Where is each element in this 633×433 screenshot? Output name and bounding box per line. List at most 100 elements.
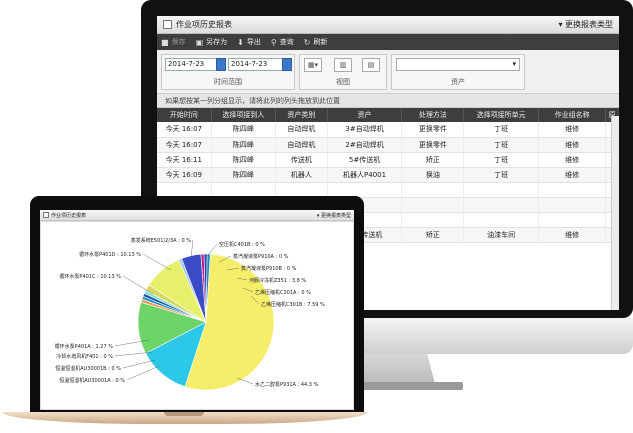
- table-cell: [157, 182, 212, 198]
- refresh-button[interactable]: ↻ 刷新: [304, 37, 328, 47]
- table-row[interactable]: 今天 16:11 陈四峰 传送机 5#传送机 矫正 丁班 维修: [157, 152, 619, 168]
- time-range-group: 2014-7-23 2014-7-23 时间范围: [161, 54, 295, 90]
- table-cell: 丁班: [463, 167, 540, 183]
- slice-label: 蒸汽凝液泵P910A : 0 %: [233, 253, 289, 260]
- table-cell: 今天 16:07: [157, 137, 212, 153]
- table-cell: [463, 197, 540, 213]
- table-cell: 3#自动焊机: [327, 122, 403, 138]
- refresh-icon: ↻: [303, 37, 311, 47]
- end-date-input[interactable]: 2014-7-23: [228, 58, 288, 71]
- table-cell: 陈四峰: [211, 152, 277, 168]
- table-cell: 自动焊机: [275, 122, 328, 138]
- slice-label: 冷却水增风机F401 : 0 %: [56, 353, 113, 360]
- table-cell: 机器人P4001: [327, 167, 403, 183]
- table-cell: 维修: [538, 137, 607, 153]
- table-cell: 维修: [538, 227, 607, 243]
- table-cell: 机器人: [275, 167, 328, 183]
- column-header[interactable]: 资产: [327, 108, 403, 122]
- slice-label: 蒸汽凝液泵P910B : 0 %: [241, 265, 297, 272]
- table-row[interactable]: [157, 182, 619, 198]
- column-header[interactable]: 选择项接到人: [211, 108, 277, 122]
- group-by-hint[interactable]: 如果想按某一列分组显示，请将此列的列头拖放到此位置: [157, 94, 619, 108]
- table-cell: [401, 182, 465, 198]
- table-cell: 维修: [538, 167, 607, 183]
- pie-chart: 蒸发系统E501/2/3A : 0 % 循环水泵P401D : 10.13 % 循环…: [55, 237, 325, 391]
- window-titlebar: 作业项历史报表 ▾ 更换报表类型: [157, 16, 619, 34]
- table-row[interactable]: 今天 16:07 陈四峰 自动焊机 3#自动焊机 更换零件 丁班 维修: [157, 122, 619, 138]
- table-row[interactable]: 今天 16:07 陈四峰 自动焊机 2#自动焊机 更换零件 丁班 维修: [157, 137, 619, 153]
- vertical-scrollbar[interactable]: [611, 116, 619, 310]
- table-cell: 维修: [538, 122, 607, 138]
- table-cell: 5#传送机: [327, 152, 403, 168]
- leader-line: [142, 253, 172, 271]
- table-header: 开始时间 选择项接到人 资产类别 资产 处理方法 选择项接所单元 作业组名称原: [157, 108, 619, 122]
- table-cell: 传送机: [275, 152, 328, 168]
- view-group: ▦▾ ▥ ▤ 视图: [299, 54, 387, 90]
- view-label: 视图: [336, 78, 350, 86]
- toolbar-button-label: 刷新: [313, 38, 328, 46]
- slice-label: 循环水泵P401C : 10.13 %: [59, 273, 121, 280]
- view-layout-icon[interactable]: ▤: [362, 58, 380, 72]
- time-range-label: 时间范围: [214, 78, 242, 86]
- table-cell: 更换零件: [401, 137, 465, 153]
- table-cell: [463, 182, 540, 198]
- save-as-button[interactable]: ▣ 另存为: [196, 37, 228, 47]
- column-header[interactable]: 作业组名称: [538, 108, 607, 122]
- laptop: 作业项历史报表 ▾ 更换报表类型 蒸发系统E501/2/3A : 0 % 循环水泵…: [0, 196, 368, 433]
- table-cell: [538, 197, 607, 213]
- calendar-icon[interactable]: [282, 58, 292, 71]
- change-report-type-link[interactable]: ▾ 更换报表类型: [317, 212, 351, 219]
- table-cell: 矫正: [401, 152, 465, 168]
- slice-label: 乙烯压缩机C301B : 7.59 %: [261, 301, 325, 308]
- leader-line: [126, 365, 160, 381]
- calendar-icon[interactable]: [216, 58, 226, 71]
- slice-label: 恒温恒湿机AU30001A : 0 %: [59, 377, 125, 384]
- toolbar-button-label: 查询: [279, 38, 294, 46]
- table-cell: 今天 16:07: [157, 122, 212, 138]
- asset-select[interactable]: ▾: [396, 58, 520, 71]
- export-button[interactable]: ⬇ 导出: [237, 37, 261, 47]
- table-cell: 丁班: [463, 152, 540, 168]
- toolbar-button-label: 保存: [171, 38, 186, 46]
- save-button[interactable]: ■ 保存: [161, 37, 186, 47]
- table-cell: [401, 212, 465, 228]
- toolbar-button-label: 导出: [246, 38, 261, 46]
- save-as-icon: ▣: [195, 37, 204, 47]
- table-cell: 换油: [401, 167, 465, 183]
- table-cell: [275, 182, 328, 198]
- column-header[interactable]: 选择项接所单元: [463, 108, 540, 122]
- window-title: 作业项历史报表: [176, 20, 232, 29]
- search-icon: ⚲: [270, 37, 277, 47]
- chevron-down-icon: ▾: [512, 60, 516, 68]
- leader-line: [122, 359, 156, 369]
- table-row[interactable]: 今天 16:09 陈四峰 机器人 机器人P4001 换油 丁班 维修: [157, 167, 619, 183]
- column-header[interactable]: 资产类别: [275, 108, 328, 122]
- toolbar-button-label: 另存为: [206, 38, 228, 46]
- laptop-app-window: 作业项历史报表 ▾ 更换报表类型 蒸发系统E501/2/3A : 0 % 循环水泵…: [40, 210, 354, 410]
- view-grid-icon[interactable]: ▦▾: [304, 58, 322, 72]
- column-header[interactable]: 处理方法: [401, 108, 465, 122]
- toolbar: ■ 保存 ▣ 另存为 ⬇ 导出 ⚲ 查询 ↻ 刷新: [157, 34, 619, 50]
- report-icon: [43, 212, 49, 218]
- window-titlebar: 作业项历史报表 ▾ 更换报表类型: [40, 210, 354, 221]
- view-chart-icon[interactable]: ▥: [334, 58, 352, 72]
- slice-label: 循环水泵P401D : 10.13 %: [79, 251, 141, 258]
- table-cell: 矫正: [401, 227, 465, 243]
- pie-chart-panel: 蒸发系统E501/2/3A : 0 % 循环水泵P401D : 10.13 % 循环…: [40, 221, 354, 410]
- slice-label: 蒸发系统E501/2/3A : 0 %: [131, 237, 191, 244]
- table-cell: 陈四峰: [211, 167, 277, 183]
- change-report-type-link[interactable]: ▾ 更换报表类型: [558, 19, 613, 30]
- slice-label: 恒温恒湿机AU30001B : 0 %: [55, 365, 121, 372]
- asset-group: ▾ 资产: [391, 54, 525, 90]
- table-cell: 更换零件: [401, 122, 465, 138]
- slice-label: 循环水泵P401A : 1.27 %: [55, 343, 114, 350]
- table-cell: [538, 182, 607, 198]
- slice-label: 乙烯压缩机C301A : 0 %: [255, 289, 311, 296]
- window-title: 作业项历史报表: [51, 212, 87, 219]
- table-cell: 2#自动焊机: [327, 137, 403, 153]
- search-button[interactable]: ⚲ 查询: [271, 37, 294, 47]
- laptop-notch: [164, 412, 204, 416]
- table-cell: [401, 197, 465, 213]
- leader-line: [122, 275, 154, 295]
- column-header[interactable]: 开始时间: [157, 108, 212, 122]
